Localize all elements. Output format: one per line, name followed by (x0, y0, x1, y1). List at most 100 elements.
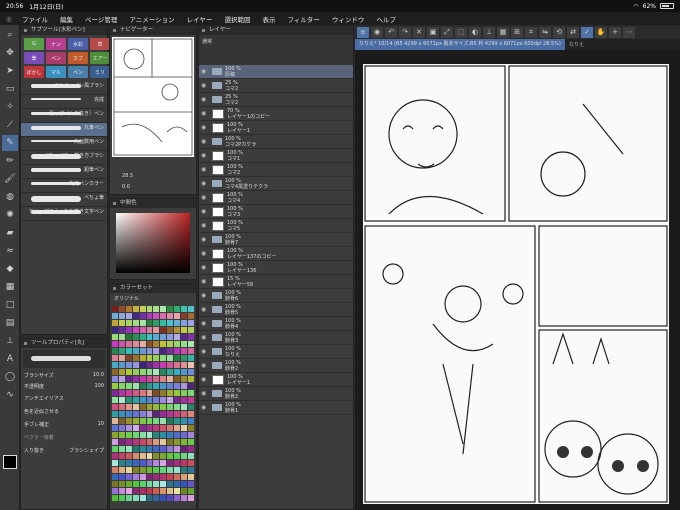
pencil-tool-icon[interactable]: ✏ (2, 153, 18, 169)
color-swatch[interactable] (174, 411, 181, 417)
color-swatch[interactable] (118, 453, 125, 459)
color-swatch[interactable] (181, 439, 188, 445)
color-swatch[interactable] (139, 488, 146, 494)
color-swatch[interactable] (181, 481, 188, 487)
color-swatch[interactable] (139, 467, 146, 473)
color-swatch[interactable] (160, 474, 167, 480)
visibility-eye-icon[interactable]: ◉ (201, 222, 209, 229)
color-swatch[interactable] (181, 306, 188, 312)
undo-icon[interactable]: ↶ (385, 26, 397, 38)
color-swatch[interactable] (167, 348, 174, 354)
color-swatch[interactable] (118, 369, 125, 375)
color-swatch[interactable] (153, 334, 160, 340)
visibility-eye-icon[interactable]: ◉ (201, 250, 209, 257)
subtool-tab-3[interactable]: 草 (90, 38, 110, 50)
color-swatch[interactable] (188, 348, 194, 354)
color-swatch[interactable] (139, 362, 146, 368)
color-swatch[interactable] (181, 362, 188, 368)
color-swatch[interactable] (118, 460, 125, 466)
color-swatch[interactable] (167, 355, 174, 361)
brush-item[interactable]: 完成 (21, 95, 107, 109)
layer-row[interactable]: ◉ 100 % なりえ (199, 345, 353, 359)
visibility-eye-icon[interactable]: ◉ (201, 236, 209, 243)
brush-tool-icon[interactable]: 🖌 (2, 171, 18, 187)
color-swatch[interactable] (139, 320, 146, 326)
eraser-tool-icon[interactable]: ▰ (2, 225, 18, 241)
color-swatch[interactable] (188, 488, 194, 494)
color-swatch[interactable] (146, 397, 153, 403)
color-swatch[interactable] (146, 320, 153, 326)
color-swatch[interactable] (125, 495, 132, 501)
visibility-eye-icon[interactable]: ◉ (201, 194, 209, 201)
color-swatch[interactable] (112, 481, 118, 487)
color-swatch[interactable] (112, 460, 118, 466)
color-swatch[interactable] (167, 488, 174, 494)
layer-row[interactable]: ◉ 100 % コマ4 (199, 191, 353, 205)
color-swatch[interactable] (112, 425, 118, 431)
canvas-area[interactable] (355, 50, 680, 510)
color-swatch[interactable] (167, 418, 174, 424)
clear-icon[interactable]: ✕ (413, 26, 425, 38)
frame-tool-icon[interactable]: ▤ (2, 315, 18, 331)
layer-row[interactable]: ◉ 100 % コマ1 (199, 149, 353, 163)
color-swatch[interactable] (139, 383, 146, 389)
color-swatch[interactable] (125, 383, 132, 389)
color-swatch[interactable] (118, 327, 125, 333)
color-swatch[interactable] (153, 348, 160, 354)
color-swatch[interactable] (181, 495, 188, 501)
color-swatch[interactable] (160, 418, 167, 424)
color-swatch[interactable] (118, 376, 125, 382)
color-swatch[interactable] (132, 411, 139, 417)
layer-row[interactable]: ◉ 25 % コマ2 (199, 79, 353, 93)
color-swatch[interactable] (112, 397, 118, 403)
color-swatch[interactable] (188, 397, 194, 403)
color-swatch[interactable] (112, 432, 118, 438)
color-swatch[interactable] (153, 327, 160, 333)
color-swatch[interactable] (167, 404, 174, 410)
color-swatch[interactable] (146, 474, 153, 480)
color-swatch[interactable] (139, 376, 146, 382)
color-swatch[interactable] (125, 341, 132, 347)
color-swatch[interactable] (132, 446, 139, 452)
color-swatch[interactable] (188, 313, 194, 319)
color-swatch[interactable] (118, 306, 125, 312)
color-swatch[interactable] (118, 390, 125, 396)
ruler-tool-icon[interactable]: ⟂ (2, 333, 18, 349)
color-swatch[interactable] (160, 460, 167, 466)
visibility-eye-icon[interactable]: ◉ (201, 292, 209, 299)
color-swatch[interactable] (160, 334, 167, 340)
color-swatch[interactable] (181, 313, 188, 319)
color-swatch[interactable] (125, 481, 132, 487)
color-swatch[interactable] (160, 376, 167, 382)
color-swatch[interactable] (167, 334, 174, 340)
color-swatch[interactable] (139, 397, 146, 403)
input-label[interactable]: 入り抜き (24, 447, 44, 454)
redo-icon[interactable]: ↷ (399, 26, 411, 38)
color-swatch[interactable] (188, 355, 194, 361)
color-swatch[interactable] (146, 425, 153, 431)
color-swatch[interactable] (146, 390, 153, 396)
color-swatch[interactable] (112, 411, 118, 417)
color-swatch[interactable] (188, 390, 194, 396)
color-swatch[interactable] (174, 474, 181, 480)
color-swatch[interactable] (188, 474, 194, 480)
color-swatch[interactable] (167, 467, 174, 473)
color-swatch[interactable] (167, 306, 174, 312)
color-swatch[interactable] (139, 327, 146, 333)
color-swatch[interactable] (153, 383, 160, 389)
layer-row[interactable]: ◉ 25 % コマ2 (199, 93, 353, 107)
visibility-eye-icon[interactable]: ◉ (201, 124, 209, 131)
color-swatch[interactable] (188, 404, 194, 410)
color-swatch[interactable] (125, 439, 132, 445)
color-swatch[interactable] (118, 425, 125, 431)
color-swatch[interactable] (153, 460, 160, 466)
menu-view[interactable]: 表示 (256, 14, 281, 24)
colorset-name[interactable]: オリジナル (110, 293, 196, 304)
visibility-eye-icon[interactable]: ◉ (201, 152, 209, 159)
zoom-tool-icon[interactable]: ⌕ (2, 27, 18, 43)
color-swatch[interactable] (153, 376, 160, 382)
visibility-eye-icon[interactable]: ◉ (201, 362, 209, 369)
color-swatch[interactable] (174, 481, 181, 487)
color-swatch[interactable] (153, 397, 160, 403)
app-logo-icon[interactable]: ◎ (0, 15, 16, 23)
